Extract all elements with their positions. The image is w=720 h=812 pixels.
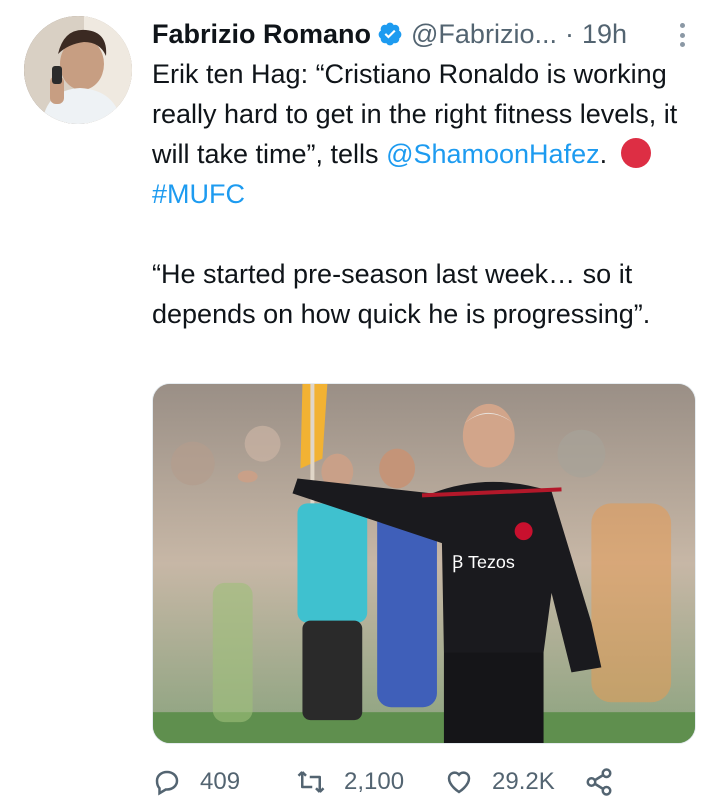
tweet-media-photo[interactable]: Ꞵ Tezos	[152, 383, 696, 744]
share-button[interactable]	[584, 767, 624, 797]
author-name[interactable]: Fabrizio Romano	[152, 19, 371, 50]
author-handle[interactable]: @Fabrizio...	[411, 19, 557, 50]
like-button[interactable]: 29.2K	[444, 767, 584, 797]
verified-badge-icon	[377, 21, 403, 47]
share-icon	[586, 768, 612, 796]
tweet-timestamp[interactable]: 19h	[582, 19, 627, 50]
tweet-header: Fabrizio Romano @Fabrizio... · 19h	[152, 14, 700, 54]
avatar-image	[24, 16, 132, 124]
reply-button[interactable]: 409	[152, 767, 282, 797]
reply-count: 409	[200, 768, 241, 795]
tweet-paragraph-1: Erik ten Hag: “Cristiano Ronaldo is work…	[152, 54, 692, 214]
mention-link[interactable]: @ShamoonHafez	[386, 139, 600, 169]
like-count: 29.2K	[492, 768, 555, 795]
author-avatar[interactable]	[24, 16, 132, 124]
svg-text:Ꞵ Tezos: Ꞵ Tezos	[452, 552, 515, 573]
separator-dot: ·	[564, 18, 574, 49]
reply-icon	[155, 770, 179, 796]
heart-icon	[447, 771, 471, 794]
hashtag-link[interactable]: #MUFC	[152, 179, 245, 209]
tweet-text-period: .	[599, 139, 615, 169]
tweet-actions: 409 2,100 29.2K	[152, 762, 692, 802]
more-icon[interactable]	[672, 20, 692, 50]
retweet-button[interactable]: 2,100	[296, 767, 444, 797]
photo-of-coach-pointing-icon: Ꞵ Tezos	[153, 384, 695, 743]
retweet-count: 2,100	[344, 768, 405, 795]
red-circle-emoji	[620, 138, 651, 168]
tweet-paragraph-2: “He started pre-season last week… so it …	[152, 259, 651, 329]
retweet-icon	[297, 771, 325, 793]
tweet-text: Erik ten Hag: “Cristiano Ronaldo is work…	[152, 54, 692, 334]
